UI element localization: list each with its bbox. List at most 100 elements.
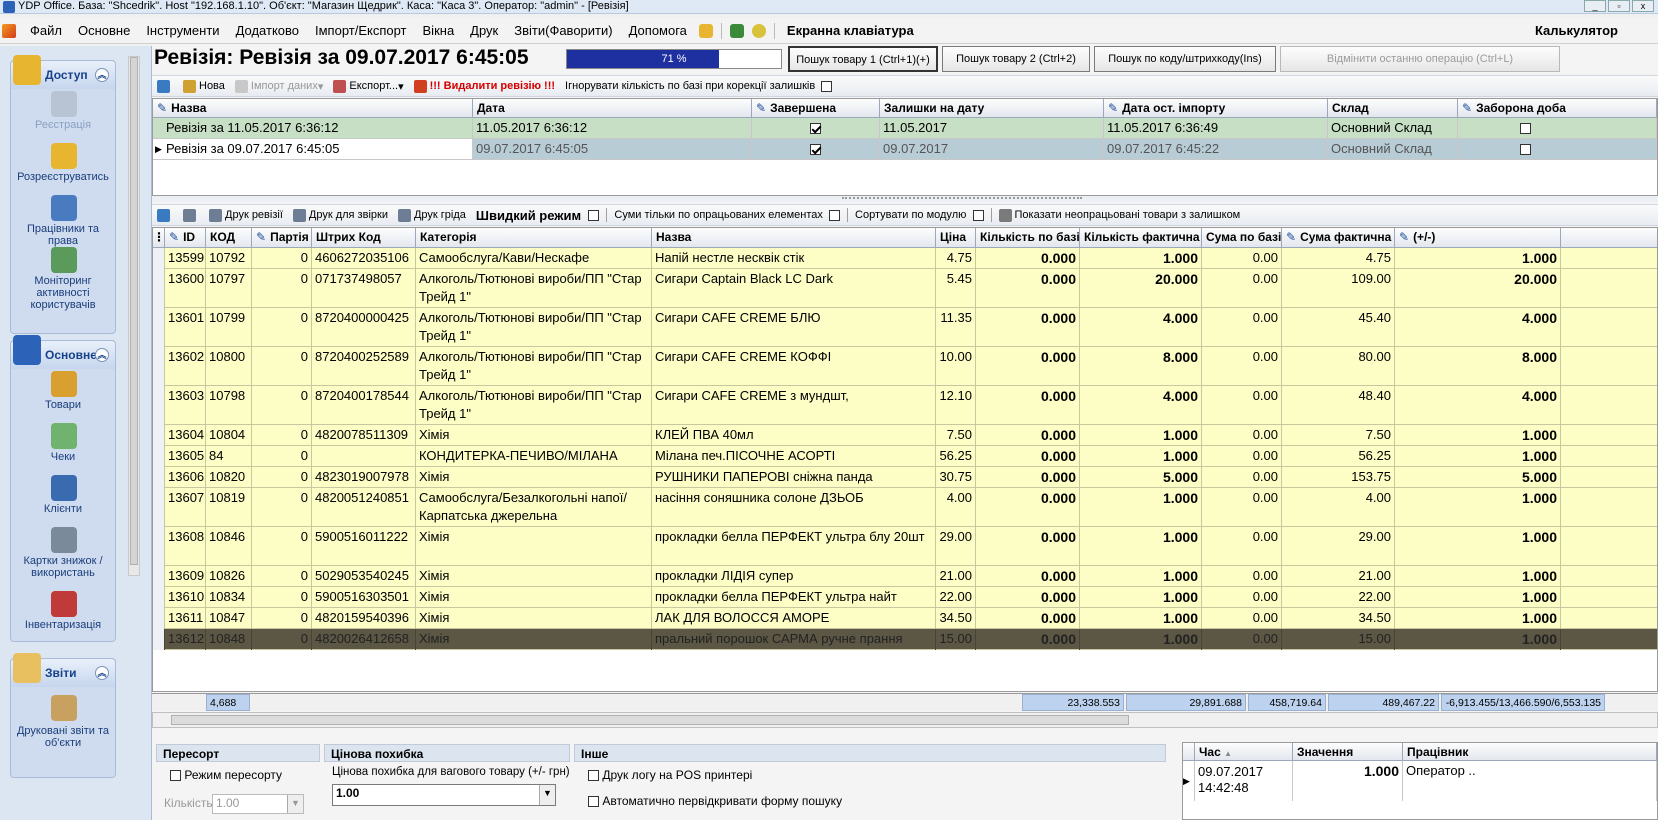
- cell-diff[interactable]: 1.000: [1395, 587, 1561, 608]
- resort-mode-option[interactable]: Режим пересорту: [170, 768, 282, 782]
- row-indicator[interactable]: [153, 566, 165, 587]
- sidebar-item-activity-monitor[interactable]: Моніторинг активності користувачів: [11, 245, 115, 315]
- app-menu-icon[interactable]: [2, 23, 16, 38]
- sums-only-option[interactable]: Суми тільки по опрацьованих елементах: [609, 209, 845, 221]
- row-indicator[interactable]: [153, 527, 165, 566]
- column-header[interactable]: Категорія: [416, 228, 652, 247]
- cell-sf[interactable]: 29.00: [1282, 527, 1395, 566]
- chevron-down-icon[interactable]: ▼: [539, 785, 555, 805]
- show-unprocessed-button[interactable]: Показати неопрацьовані товари з залишком: [994, 208, 1246, 222]
- refresh-button[interactable]: [152, 79, 178, 93]
- menu-print[interactable]: Друк: [462, 23, 506, 38]
- row-indicator[interactable]: [153, 467, 165, 488]
- chevron-up-icon[interactable]: ︽: [95, 666, 109, 680]
- table-row[interactable]: 13607 10819 0 4820051240851 Самообслуга/Беза…: [153, 488, 1657, 527]
- column-header[interactable]: Значення: [1293, 743, 1403, 760]
- cell-sf[interactable]: 56.25: [1282, 446, 1395, 467]
- cell-qf[interactable]: 1.000: [1080, 488, 1202, 527]
- print-log-checkbox[interactable]: [588, 770, 599, 782]
- table-row[interactable]: 13609 10826 0 5029053540245 Хімія прокладки Л…: [153, 566, 1657, 587]
- import-data-button[interactable]: Імпорт даних ▾: [230, 79, 328, 93]
- column-header[interactable]: Час ▲: [1195, 743, 1293, 760]
- table-row[interactable]: Ревізія за 11.05.2017 6:36:12 11.05.2017…: [153, 118, 1657, 139]
- scroll-thumb[interactable]: [130, 57, 138, 565]
- column-header[interactable]: Залишки на дату: [880, 99, 1104, 117]
- column-header[interactable]: Кількість фактична: [1080, 228, 1202, 247]
- sidebar-group-header[interactable]: Звіти ︽: [11, 653, 115, 687]
- cell-diff[interactable]: 4.000: [1395, 386, 1561, 425]
- cell-sf[interactable]: 80.00: [1282, 347, 1395, 386]
- auto-reopen-option[interactable]: Автоматично первідкривати форму пошуку: [588, 794, 842, 808]
- cell-diff[interactable]: 1.000: [1395, 608, 1561, 629]
- sums-only-checkbox[interactable]: [829, 209, 841, 221]
- row-indicator[interactable]: [153, 347, 165, 386]
- cell-qf[interactable]: 1.000: [1080, 629, 1202, 650]
- row-indicator[interactable]: [153, 308, 165, 347]
- onscreen-keyboard-button[interactable]: Екранна клавіатура: [779, 23, 922, 38]
- cell-diff[interactable]: 1.000: [1395, 446, 1561, 467]
- menu-main[interactable]: Основне: [70, 23, 138, 38]
- cell-done[interactable]: [752, 139, 880, 159]
- table-row[interactable]: 13611 10847 0 4820159540396 Хімія ЛАК ДЛЯ ВОЛ…: [153, 608, 1657, 629]
- table-row[interactable]: 13599 10792 0 4606272035106 Самообслуга/Кави…: [153, 248, 1657, 269]
- sidebar-item-inventory[interactable]: Інвентаризація: [11, 589, 115, 641]
- search-product1-button[interactable]: Пошук товару 1 (Ctrl+1)(+): [788, 46, 938, 72]
- column-header[interactable]: Назва: [652, 228, 936, 247]
- column-header[interactable]: ✎ (+/-): [1395, 228, 1561, 247]
- row-indicator[interactable]: [153, 587, 165, 608]
- column-header[interactable]: ✎ Партія: [252, 228, 312, 247]
- cell-sf[interactable]: 4.75: [1282, 248, 1395, 269]
- smiley-icon[interactable]: [751, 23, 766, 38]
- price-error-select[interactable]: 1.00 ▼: [332, 784, 556, 806]
- cell-qf[interactable]: 1.000: [1080, 425, 1202, 446]
- cell-sf[interactable]: 7.50: [1282, 425, 1395, 446]
- menu-tools[interactable]: Інструменти: [138, 23, 227, 38]
- column-header[interactable]: Працівник: [1403, 743, 1657, 760]
- column-header[interactable]: КОД: [206, 228, 252, 247]
- column-header[interactable]: ✎ Дата ост. імпорту: [1104, 99, 1328, 117]
- delete-revision-button[interactable]: !!! Видалити ревізію !!!: [409, 79, 560, 93]
- scroll-thumb[interactable]: [171, 715, 1129, 725]
- cell-diff[interactable]: 1.000: [1395, 629, 1561, 650]
- cell-sf[interactable]: 48.40: [1282, 386, 1395, 425]
- row-indicator[interactable]: [153, 608, 165, 629]
- chevron-up-icon[interactable]: ︽: [95, 348, 109, 362]
- column-header[interactable]: Штрих Код: [312, 228, 416, 247]
- sidebar-item-register[interactable]: Реєстрація: [11, 89, 115, 141]
- new-revision-button[interactable]: Нова: [178, 79, 230, 93]
- menu-windows[interactable]: Вікна: [415, 23, 463, 38]
- chevron-up-icon[interactable]: ︽: [95, 68, 109, 82]
- table-row[interactable]: 13610 10834 0 5900516303501 Хімія прокладки б…: [153, 587, 1657, 608]
- lock-icon[interactable]: [698, 23, 713, 38]
- ignore-quantity-checkbox[interactable]: [821, 80, 833, 92]
- sidebar-item-receipts[interactable]: Чеки: [11, 421, 115, 473]
- cell-forbid[interactable]: [1458, 139, 1657, 159]
- cell-forbid[interactable]: [1458, 118, 1657, 138]
- sidebar-group-header[interactable]: Основне ︽: [11, 335, 115, 369]
- table-row[interactable]: 13604 10804 0 4820078511309 Хімія КЛЕЙ ПВА 40…: [153, 425, 1657, 446]
- cell-sf[interactable]: 15.00: [1282, 629, 1395, 650]
- forbid-checkbox[interactable]: [1520, 144, 1531, 156]
- table-row[interactable]: 13603 10798 0 8720400178544 Алкоголь/Тютюнов…: [153, 386, 1657, 425]
- cell-sf[interactable]: 4.00: [1282, 488, 1395, 527]
- cell-sf[interactable]: 34.50: [1282, 608, 1395, 629]
- exit-icon[interactable]: [729, 23, 744, 38]
- export-button[interactable]: Експорт... ▾: [328, 79, 408, 93]
- print-grid-button[interactable]: Друк гріда: [393, 208, 471, 222]
- cell-diff[interactable]: 4.000: [1395, 308, 1561, 347]
- cell-qf[interactable]: 1.000: [1080, 587, 1202, 608]
- sidebar-item-employees[interactable]: Працівники та права: [11, 193, 115, 247]
- column-header[interactable]: Дата: [473, 99, 752, 117]
- table-row[interactable]: 13608 10846 0 5900516011222 Хімія прокладки б…: [153, 527, 1657, 566]
- sidebar-item-unregister[interactable]: Розреєструватись: [11, 141, 115, 193]
- sidebar-group-header[interactable]: Доступ ︽: [11, 55, 115, 89]
- column-header[interactable]: ✎ ID: [165, 228, 206, 247]
- table-row-selected[interactable]: ▶ Ревізія за 09.07.2017 6:45:05 09.07.201…: [153, 139, 1657, 160]
- row-indicator[interactable]: [153, 386, 165, 425]
- minimize-button[interactable]: _: [1584, 0, 1606, 12]
- quick-mode-checkbox[interactable]: [588, 209, 600, 221]
- print-log-option[interactable]: Друк логу на POS принтері: [588, 768, 752, 782]
- sidebar-item-discount-cards[interactable]: Картки знижок / використань: [11, 525, 115, 589]
- column-header[interactable]: ✎ Сума фактична: [1282, 228, 1395, 247]
- cell-qf[interactable]: 1.000: [1080, 446, 1202, 467]
